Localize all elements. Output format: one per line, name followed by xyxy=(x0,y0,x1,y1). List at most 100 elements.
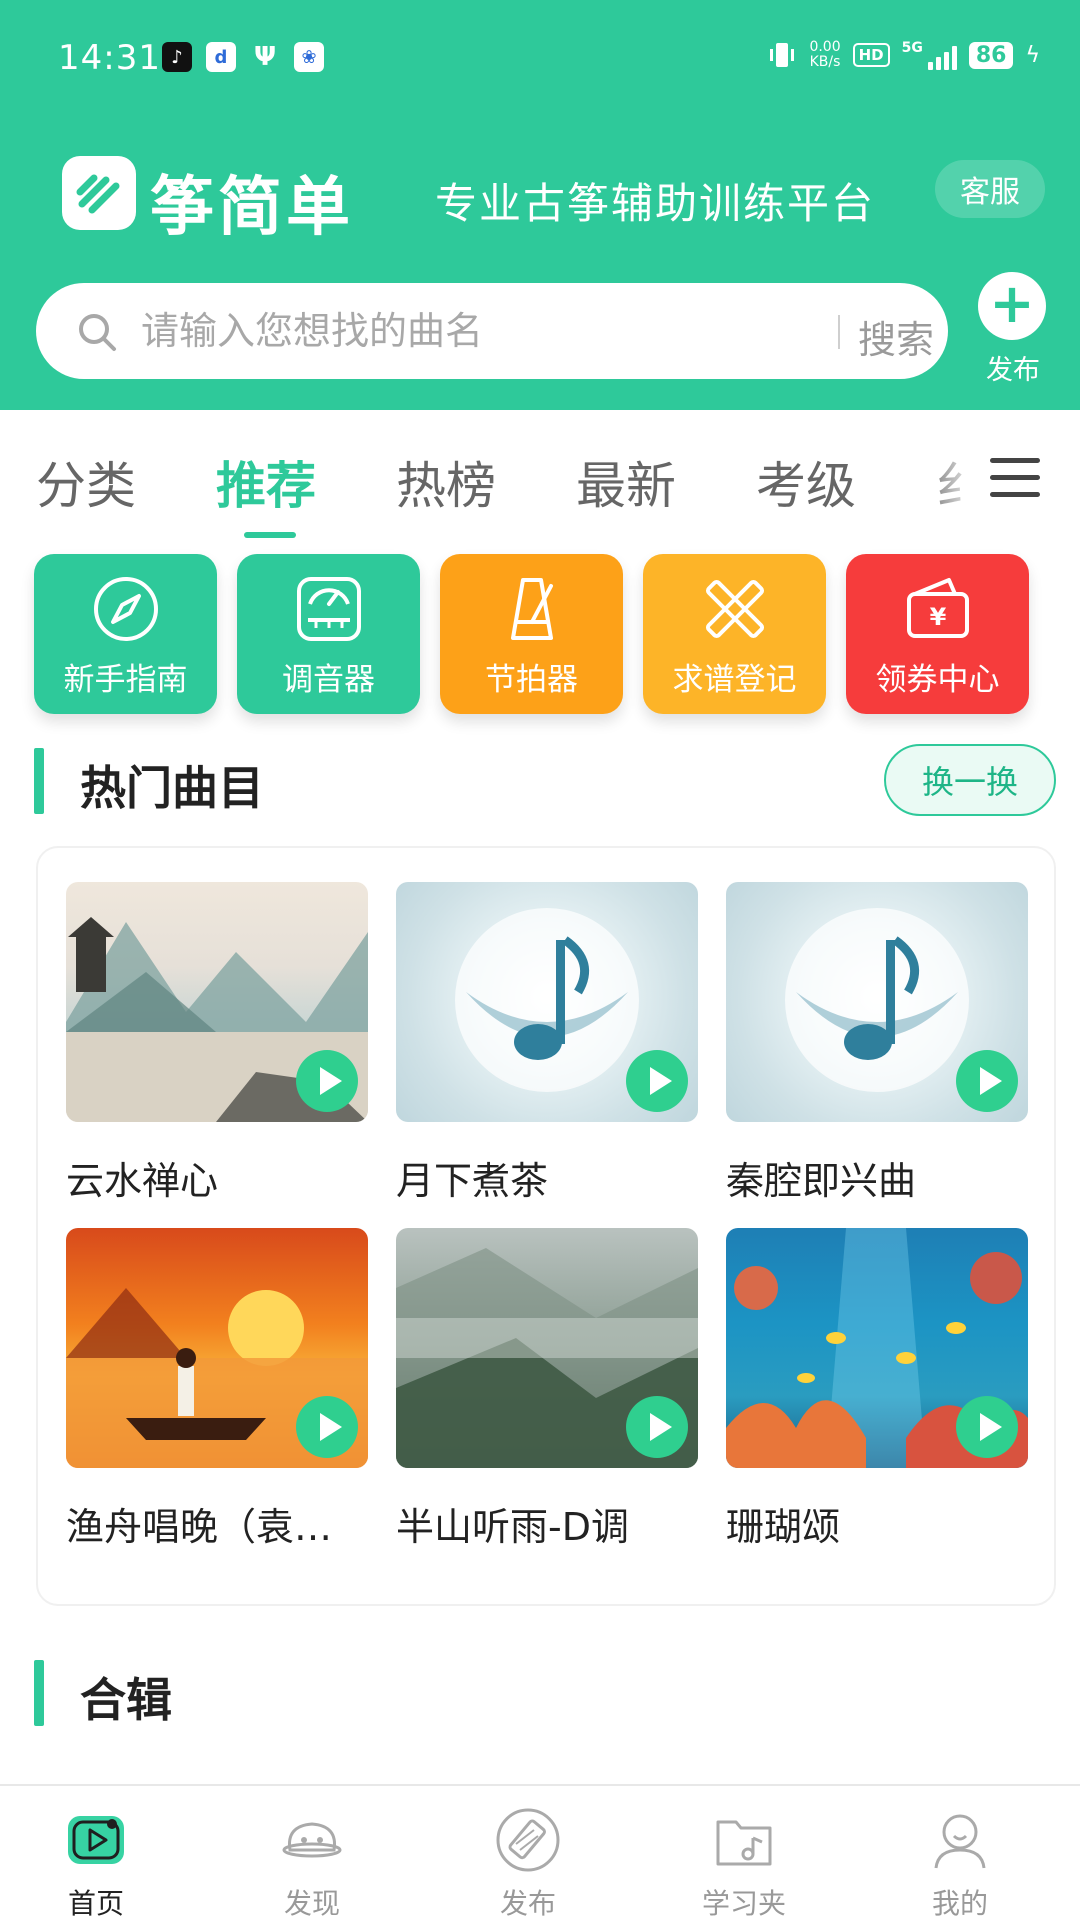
tuner-icon xyxy=(296,577,361,641)
shortcut-tuner[interactable]: 调音器 xyxy=(237,554,420,714)
charging-icon: ϟ xyxy=(1025,42,1040,68)
tab-hot-list[interactable]: 热榜 xyxy=(396,446,496,518)
profile-icon xyxy=(934,1814,986,1869)
shortcut-label: 节拍器 xyxy=(485,662,578,698)
nav-label: 首页 xyxy=(67,1887,124,1920)
pencil-ruler-icon xyxy=(705,579,764,639)
nav-profile[interactable]: 我的 xyxy=(890,1804,1030,1920)
song-title: 秦腔即兴曲 xyxy=(726,1159,917,1203)
status-app-icons: ♪ d Ψ ❀ xyxy=(162,42,324,72)
net-speed: 0.00 KB/s xyxy=(809,40,840,70)
nav-label: 我的 xyxy=(931,1887,988,1920)
shortcut-coupon-center[interactable]: ¥ 领券中心 xyxy=(846,554,1029,714)
weather-app-icon: d xyxy=(206,42,236,72)
shortcut-label: 调音器 xyxy=(282,662,375,698)
song-item[interactable]: 渔舟唱晚（袁… xyxy=(66,1228,368,1551)
play-icon[interactable] xyxy=(956,1396,1018,1458)
nav-label: 学习夹 xyxy=(701,1887,786,1920)
shortcut-beginner-guide[interactable]: 新手指南 xyxy=(34,554,217,714)
song-cover-image xyxy=(396,1228,698,1468)
song-cover-image xyxy=(726,882,1028,1122)
song-item[interactable]: 月下煮茶 xyxy=(396,882,698,1205)
song-item[interactable]: 秦腔即兴曲 xyxy=(726,882,1028,1205)
nav-label: 发现 xyxy=(283,1887,340,1920)
signal-icon: 5G xyxy=(902,40,957,70)
search-icon xyxy=(79,314,116,351)
publish-top-label: 发布 xyxy=(986,355,1040,386)
baidu-icon: ❀ xyxy=(294,42,324,72)
search-button[interactable]: 搜索 xyxy=(858,309,934,364)
refresh-button[interactable]: 换一换 xyxy=(884,744,1056,816)
song-cover-image xyxy=(66,1228,368,1468)
folder-music-icon xyxy=(716,1820,772,1866)
song-item[interactable]: 云水禅心 xyxy=(66,882,368,1205)
bottom-navigation: 首页 发现 发布 学习夹 我的 xyxy=(0,1784,1080,1920)
category-tabs: 分类 推荐 热榜 最新 考级 纟 xyxy=(0,440,1080,540)
shortcut-metronome[interactable]: 节拍器 xyxy=(440,554,623,714)
coupon-wallet-icon: ¥ xyxy=(906,578,969,638)
song-cover-image xyxy=(66,882,368,1122)
metronome-icon xyxy=(510,578,553,640)
plus-icon: + xyxy=(978,272,1046,340)
song-cover-image xyxy=(396,882,698,1122)
battery-level: 86 xyxy=(968,41,1014,69)
nav-publish[interactable]: 发布 xyxy=(458,1804,598,1920)
shortcut-score-request[interactable]: 求谱登记 xyxy=(643,554,826,714)
app-name: 筝简单 xyxy=(150,171,354,245)
nav-study-folder[interactable]: 学习夹 xyxy=(674,1804,814,1920)
home-play-icon xyxy=(68,1816,124,1864)
play-icon[interactable] xyxy=(626,1050,688,1112)
app-logo-icon xyxy=(62,156,136,230)
tab-fade xyxy=(920,440,980,530)
brand-row: 筝简单 专业古筝辅助训练平台 客服 xyxy=(0,150,1080,245)
album-title: 合辑 xyxy=(80,1673,172,1727)
tab-category[interactable]: 分类 xyxy=(36,446,136,518)
net-speed-value: 0.00 xyxy=(809,39,841,55)
discover-icon xyxy=(282,1822,342,1858)
section-accent-bar xyxy=(34,748,44,814)
vibrate-icon xyxy=(770,43,795,67)
song-item[interactable]: 珊瑚颂 xyxy=(726,1228,1028,1551)
hd-badge: HD xyxy=(852,43,890,67)
customer-service-button[interactable]: 客服 xyxy=(935,160,1045,218)
tab-recommend[interactable]: 推荐 xyxy=(216,446,316,518)
song-title: 珊瑚颂 xyxy=(726,1505,841,1549)
menu-icon[interactable] xyxy=(990,458,1040,500)
tab-latest[interactable]: 最新 xyxy=(576,446,676,518)
play-icon[interactable] xyxy=(956,1050,1018,1112)
section-accent-bar xyxy=(34,1660,44,1726)
song-title: 渔舟唱晚（袁… xyxy=(66,1505,333,1549)
app-header: 14:31 ♪ d Ψ ❀ 0.00 KB/s HD 5G 86 ϟ 筝简单 专… xyxy=(0,0,1080,410)
song-cover-image xyxy=(726,1228,1028,1468)
shortcut-label: 新手指南 xyxy=(63,662,188,698)
status-indicators: 0.00 KB/s HD 5G 86 ϟ xyxy=(767,40,1040,70)
usb-icon: Ψ xyxy=(253,42,277,72)
shortcut-label: 领券中心 xyxy=(875,662,1000,698)
song-title: 月下煮茶 xyxy=(396,1159,549,1203)
publish-icon xyxy=(496,1808,560,1872)
shortcut-grid: 新手指南 调音器 节拍器 求谱登记 ¥ 领券中心 xyxy=(34,554,1054,714)
net-speed-unit: KB/s xyxy=(809,54,841,70)
song-title: 半山听雨-D调 xyxy=(396,1505,629,1549)
nav-label: 发布 xyxy=(499,1887,556,1920)
compass-icon xyxy=(93,577,158,641)
search-bar[interactable]: 搜索 xyxy=(36,283,948,379)
tab-grading[interactable]: 考级 xyxy=(756,446,856,518)
play-icon[interactable] xyxy=(626,1396,688,1458)
play-icon[interactable] xyxy=(296,1396,358,1458)
svg-text:¥: ¥ xyxy=(929,603,946,631)
tiktok-icon: ♪ xyxy=(162,42,192,72)
song-title: 云水禅心 xyxy=(66,1159,219,1203)
shortcut-label: 求谱登记 xyxy=(672,662,797,698)
active-tab-indicator xyxy=(244,532,296,538)
app-slogan: 专业古筝辅助训练平台 xyxy=(435,179,876,228)
nav-home[interactable]: 首页 xyxy=(26,1804,166,1920)
song-item[interactable]: 半山听雨-D调 xyxy=(396,1228,698,1551)
signal-generation: 5G xyxy=(901,40,923,56)
nav-discover[interactable]: 发现 xyxy=(242,1804,382,1920)
publish-top-button[interactable]: + 发布 xyxy=(978,272,1048,387)
search-input[interactable] xyxy=(141,305,821,357)
play-icon[interactable] xyxy=(296,1050,358,1112)
status-bar: 14:31 ♪ d Ψ ❀ 0.00 KB/s HD 5G 86 ϟ xyxy=(0,0,1080,120)
search-divider xyxy=(838,315,840,349)
